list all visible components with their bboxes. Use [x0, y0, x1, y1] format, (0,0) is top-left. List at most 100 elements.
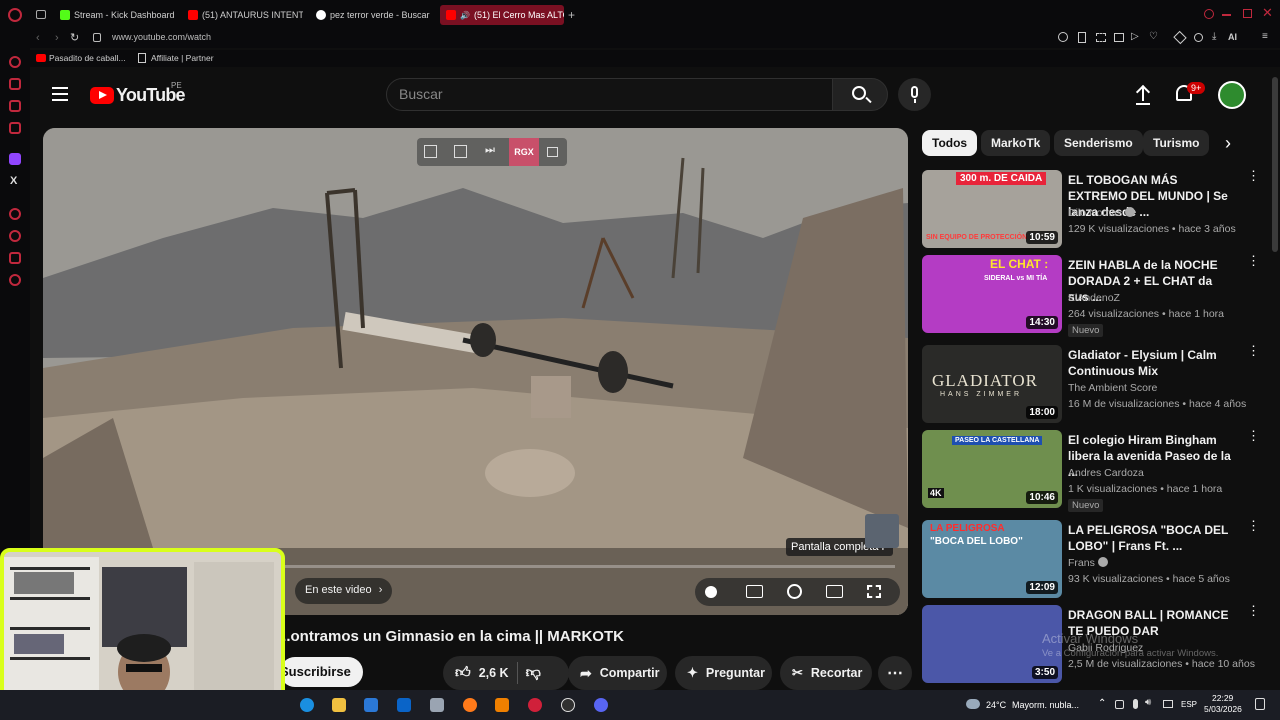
obs-icon[interactable] — [561, 698, 575, 712]
theater-mode-icon[interactable] — [826, 585, 843, 598]
settings-sidebar-icon[interactable] — [9, 274, 21, 286]
vlc-icon[interactable] — [495, 698, 509, 712]
clock-date[interactable]: 5/03/2026 — [1204, 704, 1242, 714]
snapshot-icon[interactable] — [1096, 33, 1106, 42]
twitch-icon[interactable] — [9, 153, 21, 165]
kebab-menu-icon[interactable]: ⋮ — [1247, 169, 1260, 182]
opera-taskbar-icon[interactable] — [528, 698, 542, 712]
search-tabs-icon[interactable] — [1204, 9, 1214, 19]
url-field[interactable]: www.youtube.com/watch — [112, 32, 211, 42]
weather-text[interactable]: Mayorm. nubla... — [1012, 700, 1079, 710]
like-count[interactable]: 2,6 K — [479, 666, 509, 680]
dislike-icon[interactable]: 👎︎ — [526, 664, 541, 682]
video-thumbnail[interactable]: GLADIATOR HANS ZIMMER 18:00 — [922, 345, 1062, 423]
network-icon[interactable] — [1163, 700, 1173, 708]
subtitles-icon[interactable] — [746, 585, 763, 598]
clip-button[interactable]: ✂ Recortar — [780, 656, 872, 690]
player-sidebar-icon[interactable] — [9, 208, 21, 220]
tab-pez-terror[interactable]: pez terror verde - Buscar — [316, 5, 431, 25]
tab-antaurus[interactable]: (51) ANTAURUS INTENTÓ — [188, 5, 303, 25]
heart-icon[interactable]: ♡ — [1149, 31, 1158, 42]
exit-icon[interactable] — [454, 145, 467, 158]
extensions-icon[interactable] — [1114, 33, 1124, 42]
subscribe-button[interactable]: Suscribirse — [280, 657, 363, 687]
search-input[interactable]: Buscar — [386, 78, 833, 111]
chip-todos[interactable]: Todos — [922, 130, 978, 156]
voice-search-button[interactable] — [898, 78, 931, 111]
video-title[interactable]: LA PELIGROSA "BOCA DEL LOBO" | Frans Ft.… — [1068, 522, 1236, 554]
channel-name[interactable]: Frans — [1068, 557, 1108, 569]
video-thumbnail[interactable]: 3:50 — [922, 605, 1062, 683]
list-item[interactable]: PASEO LA CASTELLANA 4K 10:46 El colegio … — [922, 429, 1260, 512]
volume-icon[interactable]: 🔊︎ — [1145, 697, 1151, 708]
messenger-icon[interactable] — [9, 78, 21, 90]
outlook-icon[interactable] — [397, 698, 411, 712]
video-thumbnail[interactable]: PASEO LA CASTELLANA 4K 10:46 — [922, 430, 1062, 508]
video-thumbnail[interactable]: EL CHAT : SIDERAL vs MI TÍA 14:30 — [922, 255, 1062, 333]
store-icon[interactable] — [364, 698, 378, 712]
extensions-sidebar-icon[interactable] — [9, 252, 21, 264]
popout-icon[interactable] — [424, 145, 437, 158]
speaker-icon[interactable]: 🔊 — [460, 11, 470, 20]
channel-name[interactable]: ElAndenoZ — [1068, 292, 1120, 304]
more-actions-icon[interactable]: ⋯ — [878, 656, 912, 690]
kebab-menu-icon[interactable]: ⋮ — [1247, 604, 1260, 617]
kebab-menu-icon[interactable]: ⋮ — [1247, 254, 1260, 267]
youtube-logo-icon[interactable] — [90, 87, 114, 104]
channel-name[interactable]: The Ambient Score — [1068, 382, 1157, 394]
ask-button[interactable]: ✦ Preguntar — [675, 656, 772, 690]
notifications-center-icon[interactable] — [1255, 698, 1265, 710]
back-icon[interactable]: ‹ — [36, 32, 40, 44]
settings-gear-icon[interactable] — [787, 584, 802, 599]
new-tab-button[interactable]: + — [568, 8, 575, 22]
video-title[interactable]: Gladiator - Elysium | Calm Continuous Mi… — [1068, 347, 1236, 379]
autoplay-toggle-icon[interactable] — [705, 586, 717, 598]
list-item[interactable]: GLADIATOR HANS ZIMMER 18:00 Gladiator - … — [922, 344, 1260, 425]
weather-temp[interactable]: 24°C — [986, 700, 1006, 710]
language-indicator[interactable]: ESP — [1181, 700, 1197, 709]
search-button[interactable] — [832, 78, 888, 111]
like-icon[interactable]: 👍︎ — [455, 664, 471, 682]
pin-icon[interactable] — [1078, 32, 1086, 43]
video-thumbnail[interactable]: LA PELIGROSA "BOCA DEL LOBO" 12:09 — [922, 520, 1062, 598]
flow-icon[interactable] — [1173, 30, 1187, 45]
avatar[interactable] — [1218, 81, 1246, 109]
minimize-icon[interactable] — [1222, 14, 1231, 16]
edge-icon[interactable] — [300, 698, 314, 712]
chip-turismo[interactable]: Turismo — [1143, 130, 1210, 156]
share-button[interactable]: ➦ Compartir — [568, 656, 667, 690]
x-twitter-icon[interactable]: X — [10, 175, 17, 187]
ai-button[interactable]: AI — [1228, 32, 1237, 42]
channel-name[interactable]: Andres Cardoza — [1068, 467, 1144, 479]
clock-time[interactable]: 22:29 — [1212, 693, 1233, 703]
instagram-icon[interactable] — [9, 122, 21, 134]
tab-el-cerro-active[interactable]: 🔊 (51) El Cerro Mas ALTO — [440, 5, 564, 25]
list-item[interactable]: EL CHAT : SIDERAL vs MI TÍA 14:30 ZEIN H… — [922, 254, 1260, 337]
account-icon[interactable] — [1194, 33, 1203, 42]
hamburger-menu-icon[interactable] — [52, 87, 68, 101]
zoom-icon[interactable] — [1058, 32, 1068, 42]
history-icon[interactable] — [9, 230, 21, 242]
tray-mic-icon[interactable] — [1133, 699, 1138, 709]
video-thumbnail[interactable]: 300 m. DE CAIDA SIN EQUIPO DE PROTECCIÓN… — [922, 170, 1062, 248]
tray-app-icon[interactable] — [1115, 700, 1124, 709]
skip-icon[interactable]: ⏭ — [485, 144, 495, 157]
rgx-button[interactable]: RGX — [509, 138, 539, 166]
kebab-menu-icon[interactable]: ⋮ — [1247, 429, 1260, 442]
list-item[interactable]: 300 m. DE CAIDA SIN EQUIPO DE PROTECCIÓN… — [922, 169, 1260, 250]
reload-icon[interactable]: ↻ — [70, 31, 79, 44]
bookmark-affiliate[interactable]: Affiliate | Partner — [151, 53, 214, 63]
whatsapp-icon[interactable] — [9, 100, 21, 112]
download-icon[interactable]: ⤓ — [1212, 31, 1216, 42]
close-window-icon[interactable]: ✕ — [1262, 5, 1273, 21]
channel-name[interactable]: Dilo Nomas — [1068, 207, 1136, 219]
menu-icon[interactable]: ≡ — [1262, 31, 1268, 42]
tray-chevron-icon[interactable]: ⌃ — [1098, 698, 1106, 709]
aria-icon[interactable] — [9, 56, 21, 68]
maximize-icon[interactable] — [1243, 9, 1252, 18]
file-explorer-icon[interactable] — [332, 698, 346, 712]
kebab-menu-icon[interactable]: ⋮ — [1247, 519, 1260, 532]
bookmark-pasadito[interactable]: Pasadito de caball... — [49, 53, 126, 63]
workspaces-icon[interactable] — [36, 10, 46, 19]
video-player[interactable]: ⏭ RGX Pantalla completa F En este video … — [43, 128, 908, 615]
